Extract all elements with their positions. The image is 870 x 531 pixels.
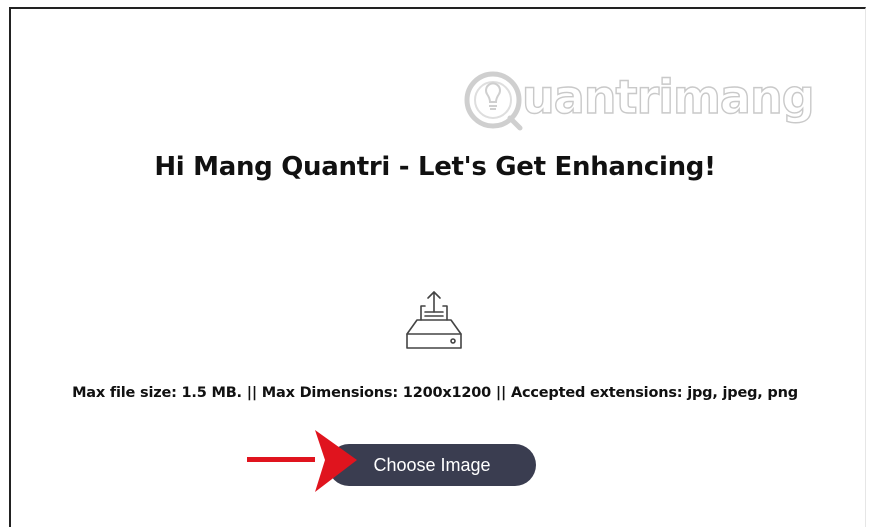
choose-image-button[interactable]: Choose Image [328,444,536,486]
watermark-text: uantrimang [521,69,815,124]
upload-requirements-text: Max file size: 1.5 MB. || Max Dimensions… [72,385,798,401]
watermark-logo: uantrimang [458,64,815,138]
page-title: Hi Mang Quantri - Let's Get Enhancing! [154,152,716,182]
red-arrow-icon [245,428,357,494]
upload-tray-icon[interactable] [403,290,465,352]
